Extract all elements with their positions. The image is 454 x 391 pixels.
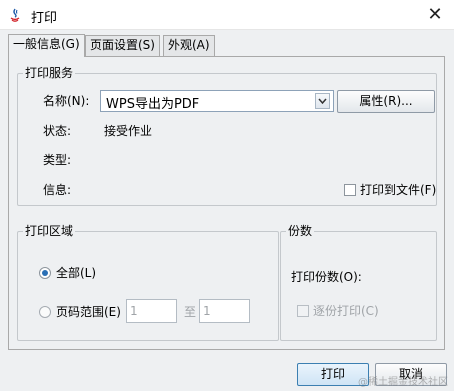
tab-general-label: 一般信息(G) [13, 37, 80, 51]
page-to-field[interactable]: 1 [199, 299, 250, 323]
copies-label: 打印份数(O): [291, 270, 362, 284]
copies-legend: 份数 [286, 224, 315, 238]
status-value: 接受作业 [104, 124, 153, 138]
properties-button[interactable]: 属性(R)... [337, 90, 435, 113]
page-range-label[interactable]: 页码范围(E) [56, 304, 121, 320]
page-from-field[interactable]: 1 [126, 299, 177, 323]
window-title: 打印 [31, 11, 58, 26]
page-to-value: 1 [203, 304, 211, 318]
collate-label: 逐份打印(C) [313, 304, 379, 318]
close-icon: ✕ [427, 4, 443, 25]
general-tab-panel: 打印服务 名称(N): WPS导出为PDF 属性(R)... 状态: 接受作业 … [8, 56, 445, 350]
type-label: 类型: [43, 153, 72, 167]
tab-appearance[interactable]: 外观(A) [163, 35, 215, 56]
status-label: 状态: [43, 124, 72, 138]
to-label: 至 [184, 305, 197, 319]
print-all-radio[interactable] [39, 267, 51, 279]
print-service-group: 打印服务 名称(N): WPS导出为PDF 属性(R)... 状态: 接受作业 … [17, 66, 437, 206]
tab-general[interactable]: 一般信息(G) [8, 34, 85, 57]
info-label: 信息: [43, 183, 72, 197]
tab-page-setup-label: 页面设置(S) [90, 38, 155, 52]
java-app-icon [10, 8, 20, 22]
print-service-legend: 打印服务 [23, 66, 76, 80]
printer-name-label: 名称(N): [43, 94, 90, 108]
close-button[interactable]: ✕ [424, 4, 446, 26]
page-range-radio[interactable] [39, 306, 51, 318]
collate-checkbox[interactable] [297, 305, 309, 317]
dialog-content: 一般信息(G) 页面设置(S) 外观(A) 打印服务 名称(N): WPS导出为… [0, 30, 454, 391]
tab-appearance-label: 外观(A) [168, 38, 210, 52]
page-from-value: 1 [130, 304, 138, 318]
print-to-file-checkbox[interactable] [344, 184, 356, 196]
watermark: @稀土掘金技术社区 [358, 377, 448, 388]
tab-page-setup[interactable]: 页面设置(S) [85, 35, 160, 56]
properties-button-label: 属性(R)... [359, 94, 413, 108]
print-range-group: 打印区域 全部(L) 页码范围(E) 1 至 1 [17, 224, 279, 341]
print-range-legend: 打印区域 [23, 224, 76, 238]
copies-group: 份数 打印份数(O): 逐份打印(C) [280, 224, 437, 341]
print-button-label: 打印 [320, 367, 345, 381]
printer-select[interactable]: WPS导出为PDF [100, 90, 334, 112]
title-bar: 打印 ✕ [0, 0, 454, 30]
chevron-down-icon[interactable] [315, 93, 330, 109]
print-to-file-label[interactable]: 打印到文件(F) [360, 182, 436, 198]
print-all-label[interactable]: 全部(L) [56, 265, 96, 281]
printer-select-value: WPS导出为PDF [106, 97, 200, 112]
